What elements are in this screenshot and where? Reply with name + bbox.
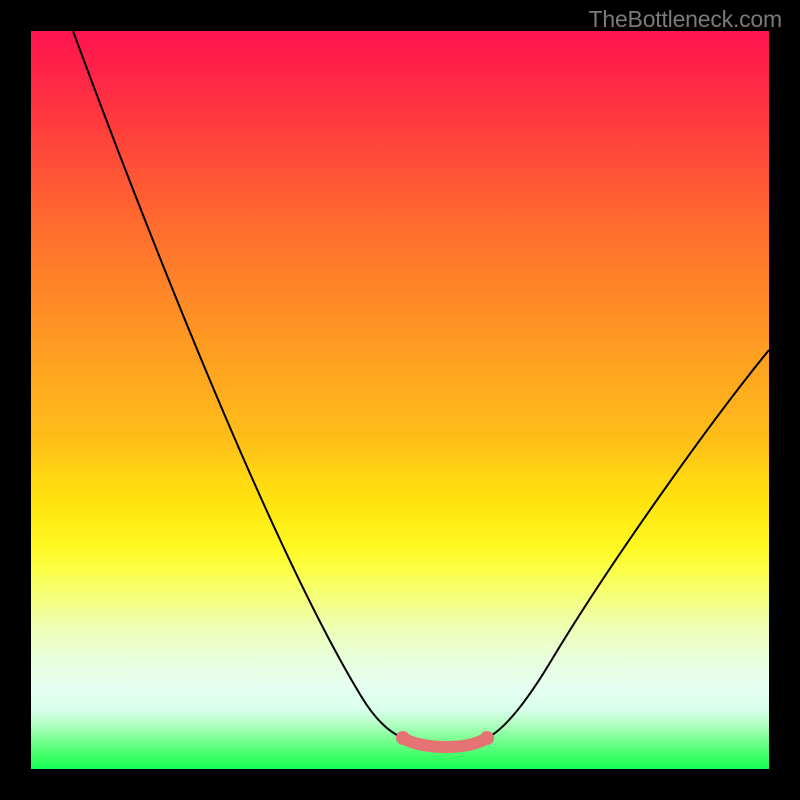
curve-left — [73, 31, 403, 738]
optimal-segment — [403, 738, 487, 747]
optimal-start-dot — [396, 731, 410, 745]
optimal-end-dot — [480, 731, 494, 745]
watermark-text: TheBottleneck.com — [589, 6, 782, 33]
plot-area — [31, 31, 769, 769]
chart-container: TheBottleneck.com — [0, 0, 800, 800]
curve-svg — [31, 31, 769, 769]
curve-right — [487, 350, 769, 738]
